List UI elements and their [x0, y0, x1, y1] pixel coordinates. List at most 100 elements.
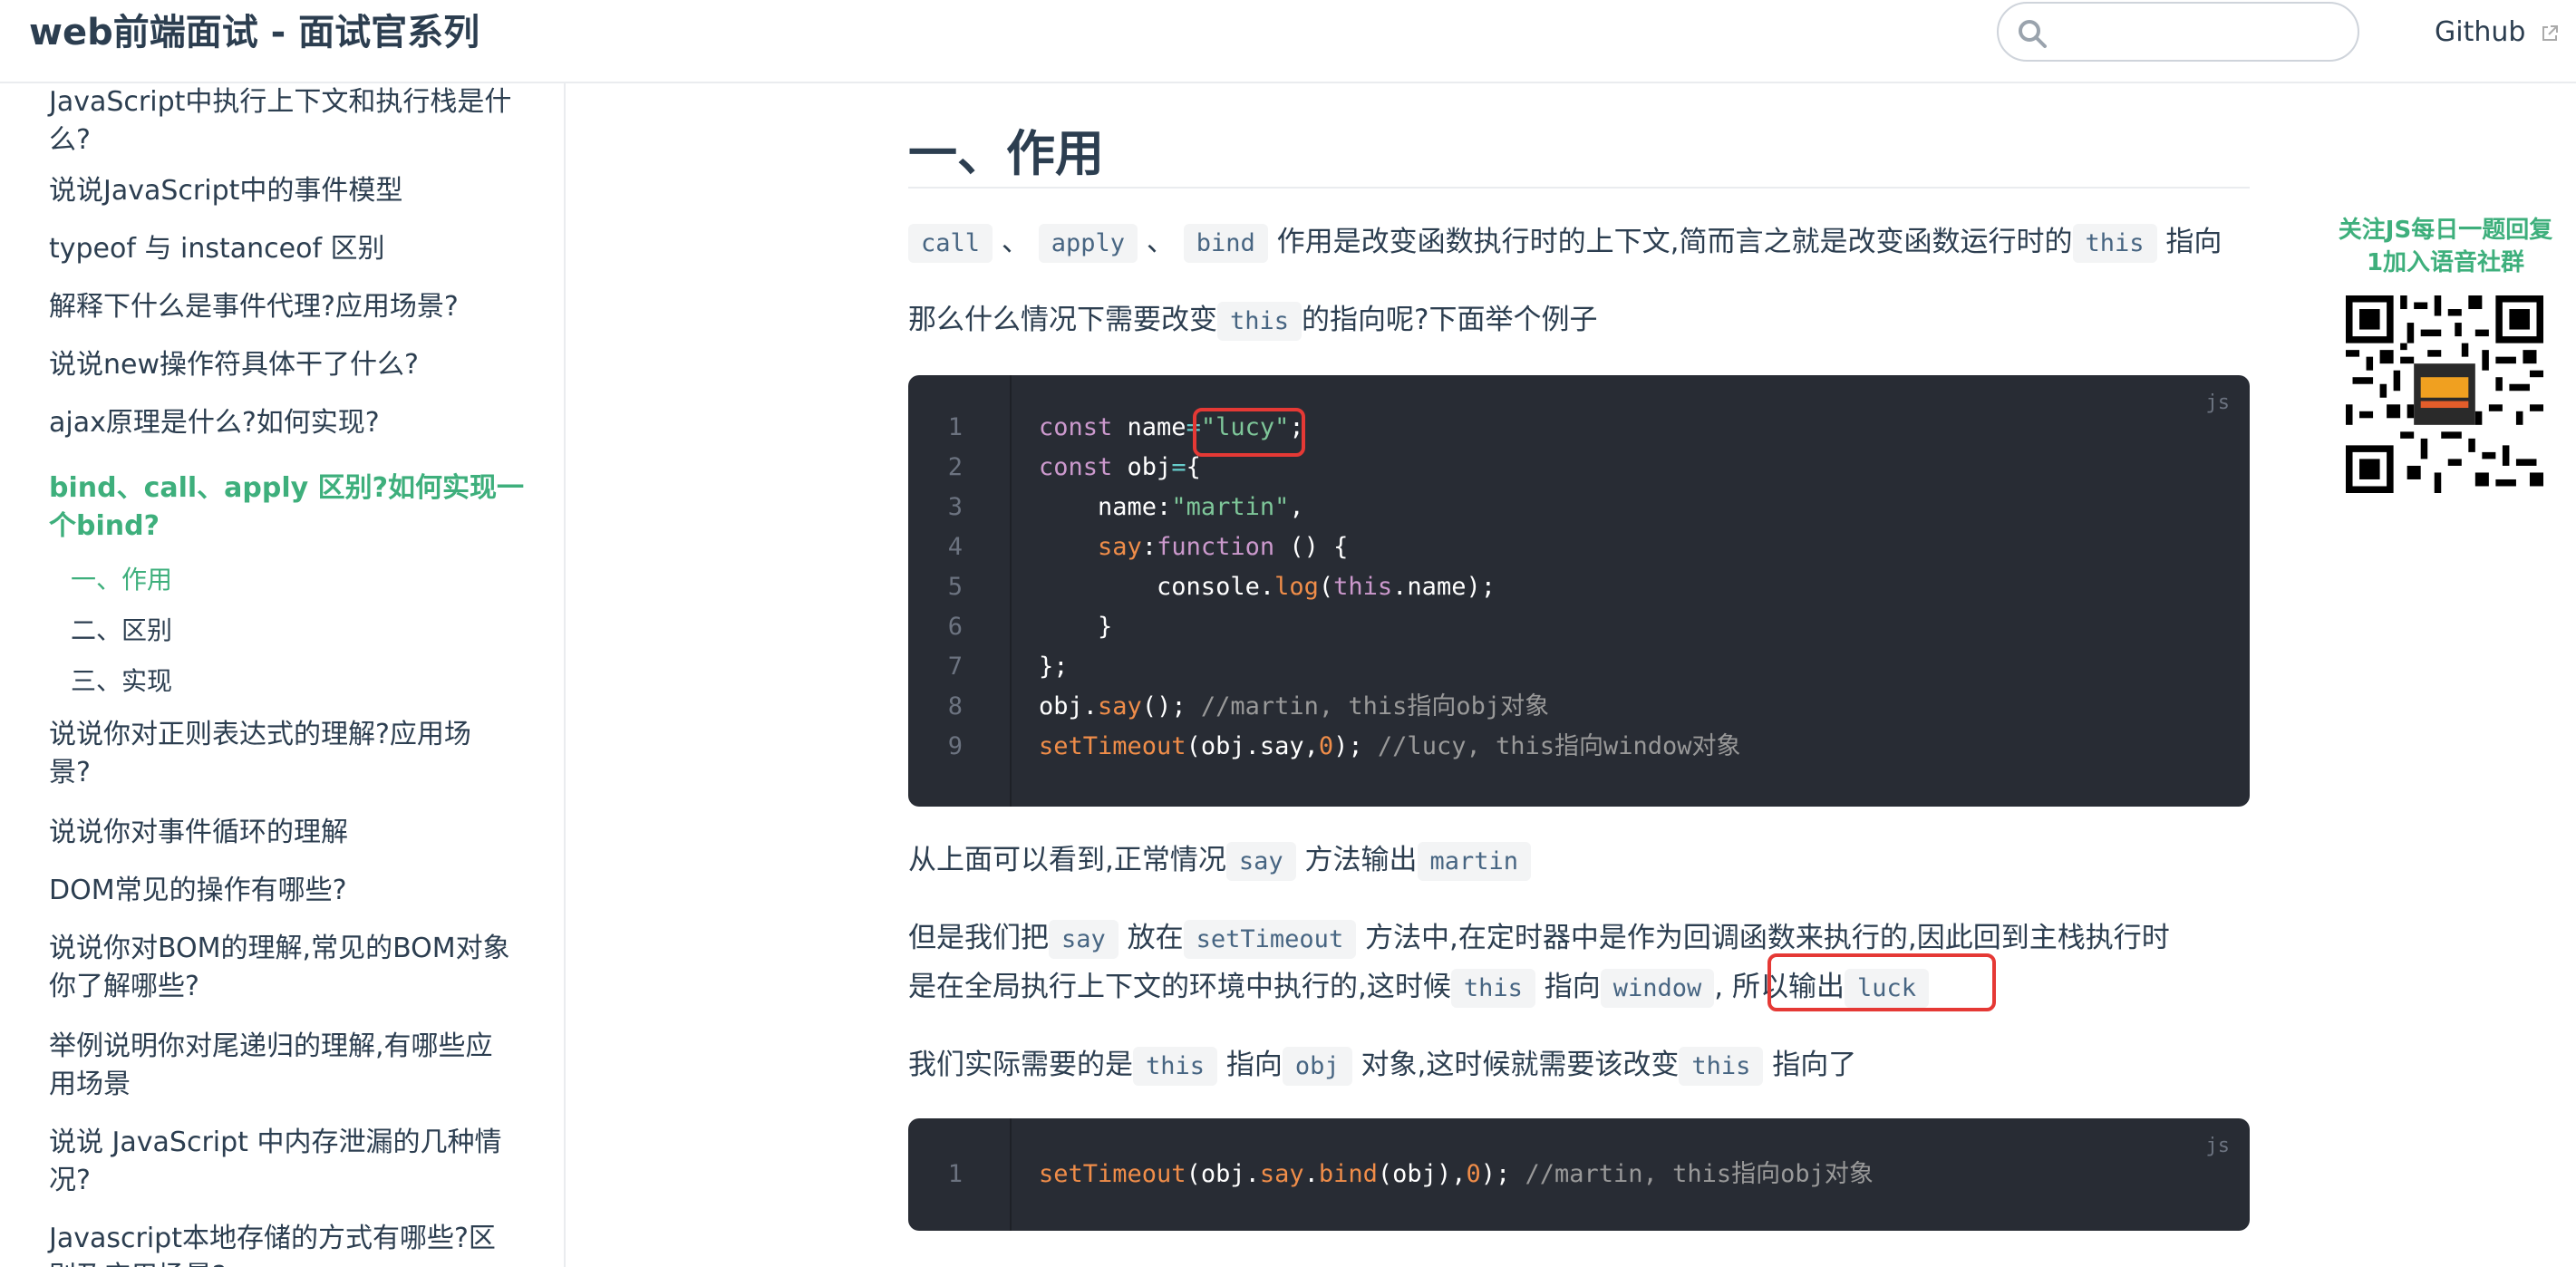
highlight-box — [1193, 408, 1305, 457]
line-number: 9 — [947, 732, 963, 760]
code-block-1: js 1 2 3 4 5 6 7 8 9 const name="lucy"; … — [908, 375, 2250, 807]
external-link-icon — [2542, 24, 2558, 41]
text: , — [1714, 971, 1724, 1003]
sidebar-item-label: ajax原理是什么?如何实现? — [49, 407, 380, 439]
sidebar-item-bom[interactable]: 说说你对BOM的理解,常见的BOM对象 你了解哪些? — [49, 930, 538, 1006]
sidebar-sub-item-difference[interactable]: 二、区别 — [71, 613, 172, 649]
code-line: const obj={ — [1039, 453, 1201, 481]
text: 指向 — [2165, 226, 2223, 258]
inline-code: this — [1133, 1047, 1218, 1086]
line-number: 4 — [947, 533, 963, 561]
sidebar-item-local-storage[interactable]: Javascript本地存储的方式有哪些?区 别及应用场景? — [49, 1220, 538, 1267]
inline-code: obj — [1282, 1047, 1352, 1086]
paragraph-3: 从上面可以看到,正常情况 say 方法输出 martin — [908, 836, 2250, 886]
code-line: say:function () { — [1098, 533, 1349, 561]
sidebar-sub-item-purpose[interactable]: 一、作用 — [71, 562, 172, 598]
github-label: Github — [2435, 16, 2526, 48]
text: 我们实际需要的是 — [908, 1049, 1133, 1081]
sidebar-item-label: 说说new操作符具体干了什么? — [49, 349, 419, 381]
inline-code: call — [908, 224, 993, 263]
sidebar-item-label: 解释下什么是事件代理?应用场景? — [49, 291, 459, 323]
inline-code: this — [1450, 969, 1535, 1008]
sidebar-item-label: typeof 与 instanceof 区别 — [49, 233, 385, 265]
line-number: 6 — [947, 613, 963, 641]
sidebar-item-typeof-instanceof[interactable]: typeof 与 instanceof 区别 — [49, 230, 538, 268]
inline-code: say — [1225, 842, 1296, 881]
line-number: 3 — [947, 493, 963, 521]
text: 方法输出 — [1304, 844, 1418, 876]
sidebar-item-tail-recursion[interactable]: 举例说明你对尾递归的理解,有哪些应 用场景 — [49, 1028, 538, 1104]
code-line: console.log(this.name); — [1039, 573, 1496, 601]
search-box[interactable] — [1997, 2, 2359, 62]
navbar: web前端面试 - 面试官系列 Github — [0, 0, 2576, 83]
text: 对象,这时候就需要该改变 — [1361, 1049, 1680, 1081]
qr-caption-line: 1加入语音社群 — [2366, 249, 2525, 276]
line-number: 8 — [947, 692, 963, 721]
text: 从上面可以看到,正常情况 — [908, 844, 1226, 876]
sidebar-item-event-model[interactable]: 说说JavaScript中的事件模型 — [49, 172, 538, 210]
text: 是在全局执行上下文的环境中执行的,这时候 — [908, 971, 1451, 1003]
sidebar-item-label: 你了解哪些? — [49, 971, 199, 1002]
sidebar-sub-item-implementation[interactable]: 三、实现 — [71, 663, 172, 700]
github-link[interactable]: Github — [2435, 13, 2560, 53]
text: 、 — [1146, 226, 1175, 258]
search-input[interactable] — [2062, 13, 2347, 53]
text: 指向 — [1544, 971, 1601, 1003]
sidebar-item-regex[interactable]: 说说你对正则表达式的理解?应用场 景? — [49, 716, 538, 792]
sidebar-item-label: 么? — [49, 124, 91, 156]
page-heading: 一、作用 — [908, 125, 1104, 182]
sidebar-item-label: bind、call、apply 区别?如何实现一 — [49, 472, 525, 504]
line-number: 2 — [947, 453, 963, 481]
text: 的指向呢?下面举个例子 — [1302, 304, 1598, 336]
inline-code: apply — [1038, 224, 1138, 263]
site-title[interactable]: web前端面试 - 面试官系列 — [29, 7, 479, 58]
text: 指向 — [1225, 1049, 1283, 1081]
sidebar-item-dom-operations[interactable]: DOM常见的操作有哪些? — [49, 872, 538, 910]
sidebar-item-label: 况? — [49, 1165, 91, 1196]
sidebar-item-label: 说说你对BOM的理解,常见的BOM对象 — [49, 933, 510, 964]
sidebar-item-event-delegation[interactable]: 解释下什么是事件代理?应用场景? — [49, 288, 538, 326]
sidebar-item-label: 说说 JavaScript 中内存泄漏的几种情 — [49, 1127, 502, 1158]
text: 放在 — [1127, 922, 1184, 954]
sidebar-item-label: DOM常见的操作有哪些? — [49, 875, 347, 906]
code-language-label: js — [2205, 392, 2231, 414]
line-number: 1 — [947, 413, 963, 441]
code-line: setTimeout(obj.say,0); //lucy, this指向win… — [1039, 732, 1741, 760]
line-number: 7 — [947, 653, 963, 681]
text: 作用是改变函数执行时的上下文,简而言之就是改变函数运行时的 — [1276, 226, 2073, 258]
sidebar-item-ajax[interactable]: ajax原理是什么?如何实现? — [49, 404, 538, 442]
sidebar-item-label: 说说JavaScript中的事件模型 — [49, 175, 403, 207]
search-icon — [2019, 20, 2047, 48]
paragraph-5: 我们实际需要的是 this 指向 obj 对象,这时候就需要该改变 this 指向了 — [908, 1040, 2250, 1091]
sidebar-item-memory-leak[interactable]: 说说 JavaScript 中内存泄漏的几种情 况? — [49, 1124, 538, 1200]
code-line: obj.say(); //martin, this指向obj对象 — [1039, 692, 1550, 721]
line-number: 5 — [947, 573, 963, 601]
code-language-label: js — [2205, 1135, 2231, 1157]
text: 但是我们把 — [908, 922, 1049, 954]
sidebar-item-label: 景? — [49, 757, 91, 788]
sidebar-item-bind-call-apply[interactable]: bind、call、apply 区别?如何实现一 个bind? — [49, 469, 538, 546]
text: 、 — [1001, 226, 1030, 258]
code-block-2: js 1 setTimeout(obj.say.bind(obj),0); //… — [908, 1118, 2250, 1231]
sidebar-item-event-loop[interactable]: 说说你对事件循环的理解 — [49, 814, 538, 852]
paragraph-1: call 、 apply 、 bind 作用是改变函数执行时的上下文,简而言之就… — [908, 218, 2250, 268]
code-line: name:"martin", — [1039, 493, 1304, 521]
inline-code: this — [1679, 1047, 1764, 1086]
inline-code: this — [1217, 302, 1303, 341]
code-line: } — [1039, 613, 1113, 641]
inline-code: setTimeout — [1183, 920, 1357, 959]
qr-code-icon — [2346, 295, 2543, 493]
text: 指向了 — [1772, 1049, 1857, 1081]
inline-code: this — [2072, 224, 2157, 263]
sidebar-item-new-operator[interactable]: 说说new操作符具体干了什么? — [49, 346, 538, 384]
sidebar-item-label: 说说你对正则表达式的理解?应用场 — [49, 719, 471, 750]
qr-caption: 关注JS每日一题回复 1加入语音社群 — [2328, 214, 2563, 279]
sidebar-item-label: 个bind? — [49, 510, 160, 542]
sidebar-item-label: 举例说明你对尾递归的理解,有哪些应 — [49, 1030, 493, 1062]
code-line: }; — [1039, 653, 1069, 681]
inline-code: martin — [1417, 842, 1532, 881]
code-line: setTimeout(obj.say.bind(obj),0); //marti… — [1039, 1160, 1874, 1188]
highlight-box — [1767, 953, 1996, 1011]
sidebar-item-execution-context[interactable]: JavaScript中执行上下文和执行栈是什 么? — [49, 83, 538, 160]
heading-divider — [908, 187, 2250, 189]
